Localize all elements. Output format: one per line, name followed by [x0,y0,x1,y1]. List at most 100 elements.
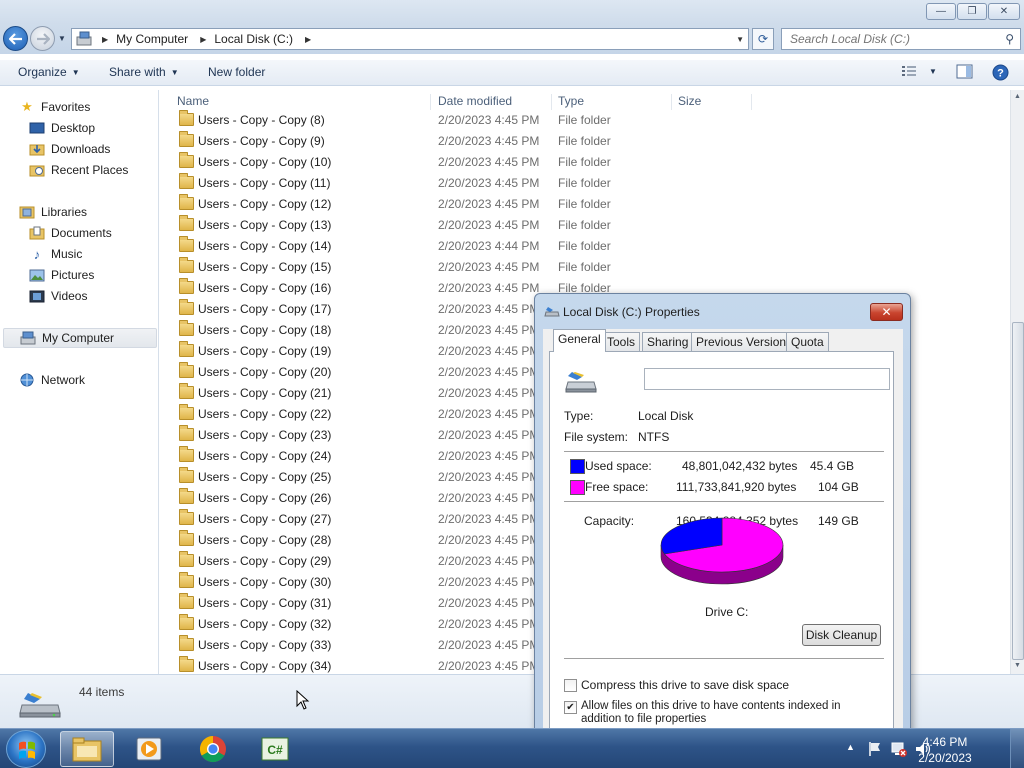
breadcrumb-my-computer[interactable]: My Computer [116,32,188,46]
column-header-type[interactable]: Type [558,94,672,110]
file-name: Users - Copy - Copy (25) [198,470,332,484]
scroll-up-arrow-icon[interactable]: ▲ [1014,93,1021,100]
taskbar-csharp-ide-button[interactable]: C# [248,731,302,767]
index-contents-checkbox[interactable]: ✔ [564,701,577,714]
nav-my-computer[interactable]: My Computer [3,328,157,348]
nav-downloads[interactable]: Downloads [29,139,110,159]
forward-arrow-icon [36,32,50,45]
file-date-modified: 2/20/2023 4:45 PM [438,449,540,463]
maximize-button[interactable]: ❐ [957,3,987,20]
nav-music[interactable]: ♪ Music [29,244,83,264]
tab-general[interactable]: General [553,329,606,352]
file-row[interactable]: Users - Copy - Copy (13) 2/20/2023 4:45 P… [160,215,1010,236]
action-center-flag-icon[interactable] [866,740,884,758]
search-box[interactable]: ⚲ [781,28,1021,50]
file-row[interactable]: Users - Copy - Copy (8) 2/20/2023 4:45 PM… [160,110,1010,131]
file-name: Users - Copy - Copy (31) [198,596,332,610]
minimize-button[interactable]: — [926,3,956,20]
share-with-button[interactable]: Share with ▼ [109,65,179,79]
file-row[interactable]: Users - Copy - Copy (14) 2/20/2023 4:44 P… [160,236,1010,257]
disk-cleanup-button[interactable]: Disk Cleanup [802,624,881,646]
folder-icon [179,404,194,420]
help-button[interactable]: ? [992,64,1009,81]
column-header-date-modified[interactable]: Date modified [438,94,552,110]
organize-button[interactable]: Organize ▼ [18,65,80,79]
show-desktop-button[interactable] [1010,729,1024,768]
file-row[interactable]: Users - Copy - Copy (10) 2/20/2023 4:45 P… [160,152,1010,173]
file-date-modified: 2/20/2023 4:45 PM [438,365,540,379]
nav-recent-places[interactable]: Recent Places [29,160,128,180]
vertical-scrollbar[interactable]: ▲ ▼ [1010,90,1024,674]
breadcrumb-local-disk[interactable]: Local Disk (C:) [214,32,293,46]
search-icon[interactable]: ⚲ [1005,32,1014,46]
taskbar-chrome-button[interactable] [186,731,240,767]
column-header-size[interactable]: Size [678,94,752,110]
documents-icon [29,225,45,241]
network-status-icon[interactable] [890,740,908,758]
dialog-close-button[interactable]: ✕ [870,303,903,321]
file-date-modified: 2/20/2023 4:45 PM [438,281,540,295]
libraries-icon [19,204,35,220]
start-button[interactable] [6,730,46,768]
folder-icon [179,656,194,672]
nav-libraries[interactable]: Libraries [19,202,87,222]
volume-label-input[interactable] [644,368,890,390]
preview-pane-button[interactable] [956,64,973,79]
compress-drive-checkbox[interactable] [564,679,577,692]
tab-previous-versions[interactable]: Previous Versions [691,332,798,351]
file-row[interactable]: Users - Copy - Copy (9) 2/20/2023 4:45 PM… [160,131,1010,152]
capacity-label: Capacity: [584,514,635,528]
recent-places-icon [29,162,45,178]
index-contents-label[interactable]: Allow files on this drive to have conten… [581,700,881,726]
file-row[interactable]: Users - Copy - Copy (15) 2/20/2023 4:45 P… [160,257,1010,278]
file-type: File folder [558,113,611,127]
show-hidden-icons-arrow-icon[interactable]: ▲ [846,742,855,752]
taskbar-explorer-button[interactable] [60,731,114,767]
column-headers: Name Date modified Type Size [160,90,1010,110]
search-input[interactable] [790,32,990,46]
address-bar[interactable]: ▶ My Computer ▶ Local Disk (C:) ▶ ▼ [71,28,749,50]
system-clock[interactable]: 4:46 PM 2/20/2023 [910,734,980,766]
nav-favorites[interactable]: ★ Favorites [19,97,90,117]
file-row[interactable]: Users - Copy - Copy (12) 2/20/2023 4:45 P… [160,194,1010,215]
used-space-gb: 45.4 GB [810,459,855,473]
address-history-dropdown-icon[interactable]: ▼ [736,35,744,44]
nav-recent-places-label: Recent Places [51,163,129,177]
column-header-name[interactable]: Name [177,94,431,110]
compress-drive-label[interactable]: Compress this drive to save disk space [581,678,789,692]
nav-documents[interactable]: Documents [29,223,112,243]
music-note-icon: ♪ [33,246,41,262]
scrollbar-thumb[interactable] [1012,322,1024,660]
breadcrumb-separator-icon[interactable]: ▶ [305,35,311,44]
tab-tools[interactable]: Tools [602,332,641,351]
nav-pictures[interactable]: Pictures [29,265,94,285]
file-name: Users - Copy - Copy (14) [198,239,332,253]
taskbar-media-player-button[interactable] [122,731,176,767]
nav-videos[interactable]: Videos [29,286,87,306]
breadcrumb-separator-icon[interactable]: ▶ [102,35,108,44]
breadcrumb-separator-icon[interactable]: ▶ [200,35,206,44]
nav-desktop[interactable]: Desktop [29,118,95,138]
file-system-value: NTFS [638,430,670,444]
share-with-label: Share with [109,65,166,79]
file-row[interactable]: Users - Copy - Copy (11) 2/20/2023 4:45 P… [160,173,1010,194]
chevron-down-icon[interactable]: ▼ [929,67,937,76]
scroll-down-arrow-icon[interactable]: ▼ [1014,662,1021,669]
refresh-button[interactable]: ⟳ [752,28,774,50]
file-name: Users - Copy - Copy (18) [198,323,332,337]
change-view-button[interactable]: ▼ [901,64,937,78]
recent-pages-dropdown[interactable]: ▼ [58,34,66,43]
new-folder-button[interactable]: New folder [208,65,265,79]
forward-button[interactable] [30,26,55,51]
general-tab-panel: Type: Local Disk File system: NTFS Used … [549,351,894,734]
folder-icon [179,593,194,609]
back-button[interactable] [3,26,28,51]
tab-quota[interactable]: Quota [786,332,829,351]
nav-network[interactable]: Network [19,370,85,390]
file-name: Users - Copy - Copy (20) [198,365,332,379]
close-button[interactable]: ✕ [988,3,1020,20]
file-name: Users - Copy - Copy (32) [198,617,332,631]
nav-my-computer-label: My Computer [42,331,115,345]
nav-videos-label: Videos [51,289,88,303]
tab-sharing[interactable]: Sharing [642,332,694,351]
